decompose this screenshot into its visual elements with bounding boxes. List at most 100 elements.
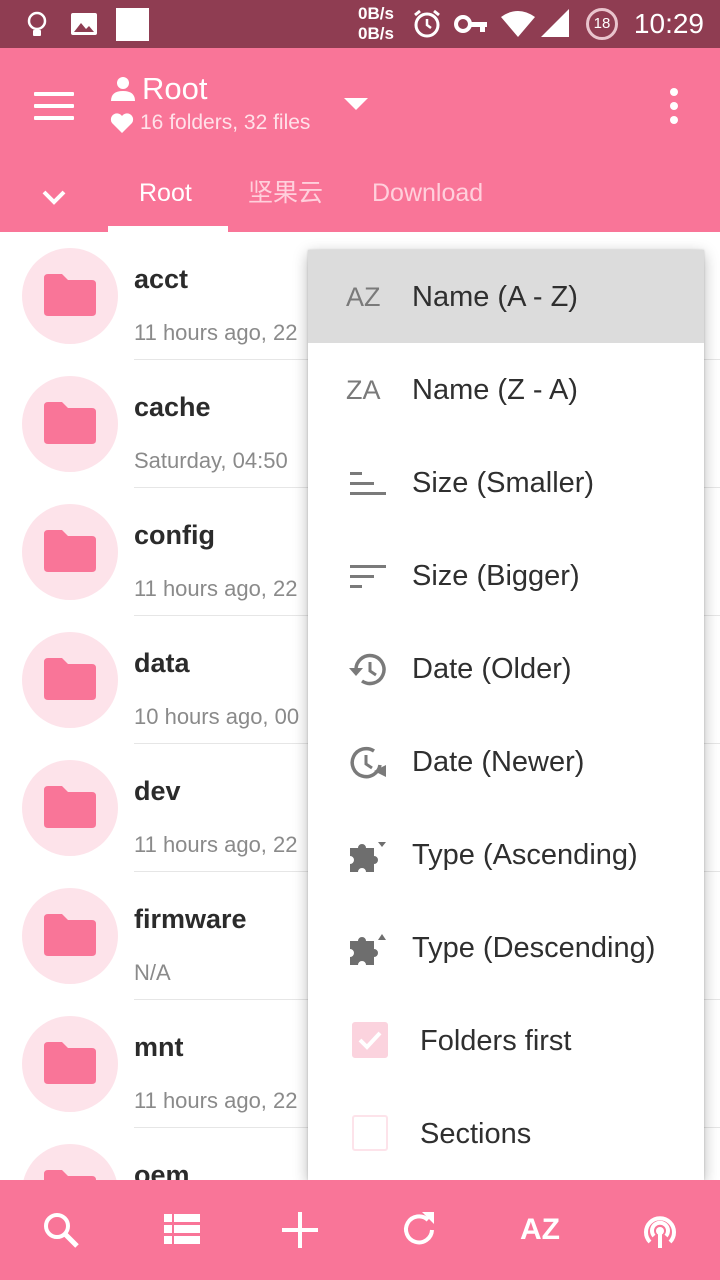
menu-item-label: Name (A - Z): [412, 281, 578, 313]
folder-avatar: [22, 888, 118, 984]
signal-icon: [541, 9, 569, 37]
image-icon: [71, 13, 97, 35]
file-meta: 10 hours ago, 00: [134, 704, 300, 729]
add-icon[interactable]: [276, 1208, 324, 1252]
net-down-text: 0B/s: [358, 24, 394, 43]
alarm-icon: [414, 9, 440, 38]
za-icon: ZA: [346, 375, 381, 405]
folder-icon: [44, 658, 96, 700]
folder-avatar: [22, 1016, 118, 1112]
hamburger-menu-button[interactable]: [28, 86, 76, 126]
sort-ascending-icon: [350, 472, 386, 495]
chevron-down-icon[interactable]: [40, 184, 68, 208]
menu-item-label: Name (Z - A): [412, 374, 578, 406]
sections-checkbox-item[interactable]: Sections: [308, 1087, 704, 1180]
sort-date-older-item[interactable]: Date (Older): [308, 622, 704, 715]
file-name: firmware: [134, 904, 247, 934]
dot: [670, 102, 678, 110]
cast-icon[interactable]: [636, 1208, 684, 1252]
wifi-icon: [501, 11, 535, 37]
sort-name-desc-item[interactable]: ZA Name (Z - A): [308, 343, 704, 436]
subtitle-text: 16 folders, 32 files: [140, 111, 311, 134]
folder-avatar: [22, 1144, 118, 1180]
menu-item-label: Size (Smaller): [412, 467, 595, 499]
folders-first-checkbox-item[interactable]: Folders first: [308, 994, 704, 1087]
file-meta: 11 hours ago, 22: [134, 576, 298, 601]
sort-type-desc-item[interactable]: Type (Descending): [308, 901, 704, 994]
sort-name-asc-item[interactable]: AZ Name (A - Z): [308, 250, 704, 343]
tab-root[interactable]: Root: [139, 176, 192, 210]
app-bar: Root 16 folders, 32 files Root 坚果云 Downl…: [0, 48, 720, 232]
file-name: config: [134, 520, 215, 550]
file-name: cache: [134, 392, 211, 422]
file-name: oem: [134, 1160, 190, 1180]
dot: [670, 116, 678, 124]
title-text: Root: [142, 71, 208, 106]
sort-type-asc-item[interactable]: Type (Ascending): [308, 808, 704, 901]
sort-size-smaller-item[interactable]: Size (Smaller): [308, 436, 704, 529]
folders-first-checkbox[interactable]: [352, 1022, 388, 1058]
tab-bar: Root 坚果云 Download: [0, 166, 720, 232]
clock-forward-icon: [350, 746, 386, 779]
notification-count-badge: 18: [586, 8, 618, 40]
sort-popup-menu: AZ Name (A - Z) ZA Name (Z - A) Size (Sm…: [308, 250, 704, 1180]
sort-descending-icon: [350, 565, 386, 588]
file-name: dev: [134, 776, 181, 806]
menu-line: [34, 92, 74, 96]
sections-checkbox[interactable]: [352, 1115, 388, 1151]
file-name: acct: [134, 264, 189, 294]
file-meta: 11 hours ago, 22: [134, 832, 298, 857]
folder-avatar: [22, 248, 118, 344]
menu-line: [34, 104, 74, 108]
folder-icon: [44, 914, 96, 956]
tab-download[interactable]: Download: [372, 176, 483, 210]
puzzle-up-icon: [350, 934, 386, 965]
network-speed: 0B/s 0B/s: [358, 4, 394, 44]
page-subtitle: 16 folders, 32 files: [110, 108, 310, 138]
file-name: mnt: [134, 1032, 184, 1062]
menu-item-label: Type (Ascending): [412, 839, 638, 871]
puzzle-down-icon: [350, 842, 386, 872]
search-icon[interactable]: [38, 1208, 86, 1252]
sort-date-newer-item[interactable]: Date (Newer): [308, 715, 704, 808]
file-name: data: [134, 648, 190, 678]
file-meta: 11 hours ago, 22: [134, 320, 298, 345]
folder-avatar: [22, 632, 118, 728]
sort-size-bigger-item[interactable]: Size (Bigger): [308, 529, 704, 622]
overflow-menu-button[interactable]: [660, 86, 688, 126]
status-bar: 0B/s 0B/s 18 10:29: [0, 0, 720, 48]
checkmark-icon: [358, 1031, 382, 1050]
blank-square-icon: [116, 8, 149, 41]
folder-icon: [44, 402, 96, 444]
folder-avatar: [22, 504, 118, 600]
file-meta: Saturday, 04:50: [134, 448, 288, 473]
folder-icon: [44, 1170, 96, 1180]
net-up-text: 0B/s: [358, 4, 394, 23]
menu-item-label: Date (Older): [412, 653, 572, 685]
list-view-icon[interactable]: [158, 1208, 206, 1252]
lightbulb-icon: [27, 11, 47, 36]
menu-line: [34, 116, 74, 120]
menu-item-label: Folders first: [420, 1025, 572, 1057]
location-selector[interactable]: Root 16 folders, 32 files: [110, 70, 310, 138]
bottom-toolbar: AZ: [0, 1180, 720, 1280]
sort-button[interactable]: AZ: [516, 1208, 564, 1252]
menu-item-label: Sections: [420, 1118, 532, 1150]
file-meta: N/A: [134, 960, 171, 985]
heart-icon: [110, 113, 134, 133]
history-icon: [349, 653, 386, 686]
dropdown-arrow-icon[interactable]: [344, 98, 368, 110]
folder-icon: [44, 1042, 96, 1084]
menu-item-label: Type (Descending): [412, 932, 656, 964]
file-meta: 11 hours ago, 22: [134, 1088, 298, 1113]
clock-time: 10:29: [633, 8, 704, 39]
folder-avatar: [22, 376, 118, 472]
person-icon: [111, 77, 135, 101]
dot: [670, 88, 678, 96]
refresh-icon[interactable]: [396, 1208, 444, 1252]
az-icon: AZ: [346, 282, 381, 312]
folder-avatar: [22, 760, 118, 856]
tab-jianguoyun[interactable]: 坚果云: [248, 176, 323, 210]
folder-icon: [44, 274, 96, 316]
folder-icon: [44, 786, 96, 828]
